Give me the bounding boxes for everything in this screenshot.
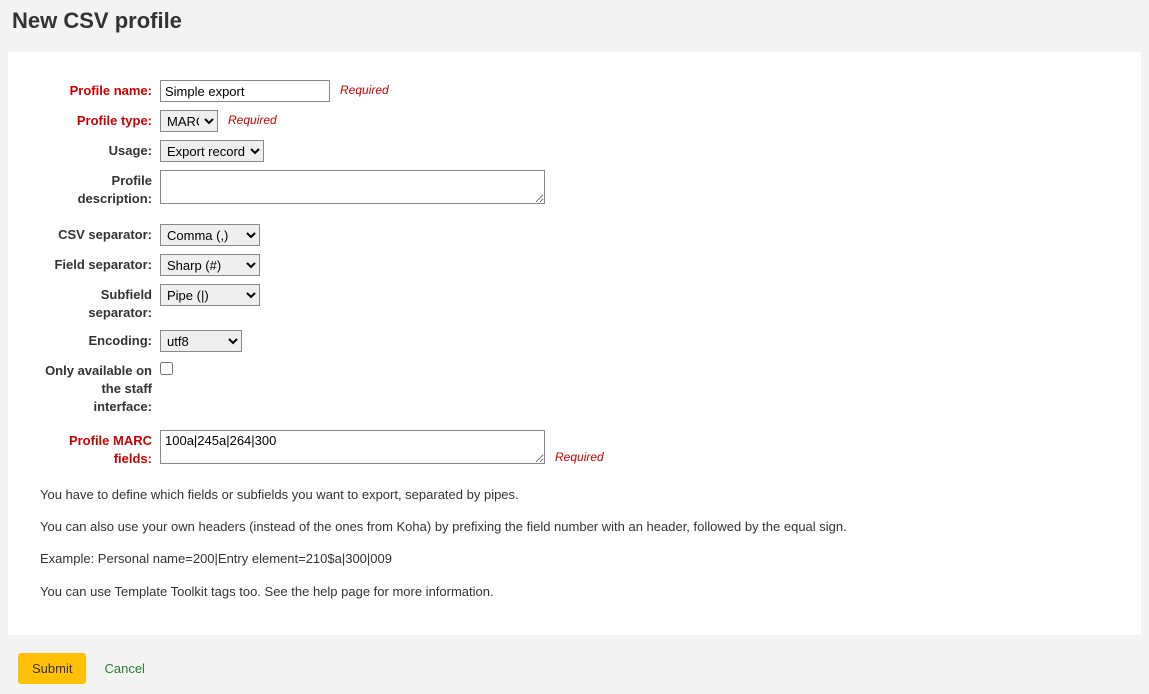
profile-type-label: Profile type: <box>40 110 160 130</box>
required-hint: Required <box>228 110 277 127</box>
subfield-separator-label: Subfield separator: <box>40 284 160 322</box>
profile-description-label: Profile description: <box>40 170 160 208</box>
help-line: You can also use your own headers (inste… <box>40 518 1109 536</box>
help-text: You have to define which fields or subfi… <box>40 486 1109 601</box>
usage-select[interactable]: Export records <box>160 140 264 162</box>
button-bar: Submit Cancel <box>8 643 1141 694</box>
submit-button[interactable]: Submit <box>18 653 86 684</box>
help-line: Example: Personal name=200|Entry element… <box>40 550 1109 568</box>
required-hint: Required <box>340 80 389 97</box>
encoding-select[interactable]: utf8 <box>160 330 242 352</box>
marc-fields-textarea[interactable]: <span class="underline-red">100a|245a</s… <box>160 430 545 464</box>
profile-type-select[interactable]: MARC <box>160 110 218 132</box>
form-panel: Profile name: Required Profile type: MAR… <box>8 52 1141 635</box>
encoding-label: Encoding: <box>40 330 160 350</box>
cancel-link[interactable]: Cancel <box>104 661 144 676</box>
field-separator-label: Field separator: <box>40 254 160 274</box>
field-separator-select[interactable]: Sharp (#) <box>160 254 260 276</box>
csv-separator-label: CSV separator: <box>40 224 160 244</box>
help-line: You can use Template Toolkit tags too. S… <box>40 583 1109 601</box>
subfield-separator-select[interactable]: Pipe (|) <box>160 284 260 306</box>
profile-description-textarea[interactable] <box>160 170 545 204</box>
page-title: New CSV profile <box>0 0 1149 46</box>
staff-only-checkbox[interactable] <box>160 362 173 375</box>
usage-label: Usage: <box>40 140 160 160</box>
csv-separator-select[interactable]: Comma (,) <box>160 224 260 246</box>
staff-only-label: Only available on the staff interface: <box>40 360 160 416</box>
required-hint: Required <box>555 447 604 464</box>
profile-name-input[interactable] <box>160 80 330 102</box>
help-line: You have to define which fields or subfi… <box>40 486 1109 504</box>
profile-name-label: Profile name: <box>40 80 160 100</box>
marc-fields-label: Profile MARC fields: <box>40 430 160 468</box>
